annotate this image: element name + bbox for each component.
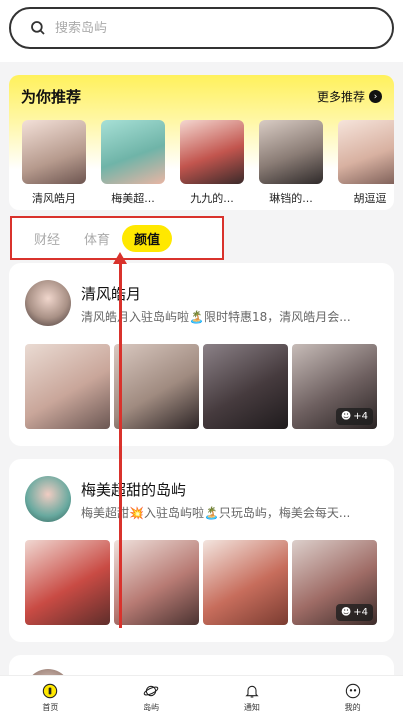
recommend-item[interactable]: 九九的... xyxy=(180,120,244,206)
tabbar-item-home[interactable]: 首页 xyxy=(0,676,101,720)
tabbar-item-island[interactable]: 岛屿 xyxy=(101,676,202,720)
post-image[interactable] xyxy=(25,344,110,429)
recommend-thumbnail xyxy=(101,120,165,184)
recommend-card: 为你推荐 更多推荐 › 清风皓月 梅美超... 九九的... 琳铛的... 胡逗… xyxy=(9,75,394,210)
more-recommend-label: 更多推荐 xyxy=(316,90,365,104)
post-image[interactable] xyxy=(114,540,199,625)
search-box[interactable] xyxy=(9,7,394,49)
bottom-tab-bar: 首页 岛屿 通知 我的 xyxy=(0,675,403,720)
tabbar-label: 首页 xyxy=(42,703,59,712)
recommend-item[interactable]: 梅美超... xyxy=(101,120,165,206)
post-image[interactable] xyxy=(25,540,110,625)
avatar[interactable] xyxy=(25,476,71,522)
recommend-item[interactable]: 清风皓月 xyxy=(22,120,86,206)
more-images-count: +4 xyxy=(353,411,368,422)
chevron-right-icon: › xyxy=(369,90,382,103)
bell-icon xyxy=(245,685,259,698)
recommend-item[interactable]: 琳铛的... xyxy=(259,120,323,206)
post-image[interactable] xyxy=(203,344,288,429)
post-image[interactable] xyxy=(114,344,199,429)
post-card[interactable]: 梅美超甜的岛屿 梅美超甜💥入驻岛屿啦🏝️只玩岛屿，梅美会每天... ☻ +4 xyxy=(9,459,394,642)
more-images-badge: ☻ +4 xyxy=(335,604,373,621)
recommend-thumbnail xyxy=(259,120,323,184)
recommend-thumbnail xyxy=(338,120,394,184)
search-bar xyxy=(0,0,403,62)
recommend-name: 梅美超... xyxy=(111,192,155,205)
annotation-arrow-head xyxy=(113,252,127,264)
post-author: 清风皓月 xyxy=(81,285,142,303)
more-recommend-button[interactable]: 更多推荐 › xyxy=(317,88,382,105)
annotation-arrow-line xyxy=(119,260,122,628)
post-image[interactable] xyxy=(203,540,288,625)
search-icon xyxy=(31,21,45,35)
tab-looks[interactable]: 颜值 xyxy=(122,224,173,252)
recommend-thumbnail xyxy=(180,120,244,184)
tabbar-item-notify[interactable]: 通知 xyxy=(202,676,303,720)
home-icon xyxy=(43,683,58,699)
recommend-thumbnail xyxy=(22,120,86,184)
recommend-title: 为你推荐 xyxy=(21,88,82,106)
recommend-name: 琳铛的... xyxy=(269,192,313,205)
more-images-badge: ☻ +4 xyxy=(335,408,373,425)
recommend-item[interactable]: 胡逗逗 xyxy=(338,120,394,206)
smile-icon: ☻ xyxy=(340,411,352,422)
recommend-name: 九九的... xyxy=(190,192,234,205)
tab-finance[interactable]: 财经 xyxy=(22,225,72,252)
tabbar-item-profile[interactable]: 我的 xyxy=(302,676,403,720)
search-input[interactable] xyxy=(55,20,355,36)
post-author: 梅美超甜的岛屿 xyxy=(81,481,187,499)
smile-icon: ☻ xyxy=(340,607,352,618)
recommend-name: 胡逗逗 xyxy=(353,192,387,205)
post-card[interactable]: 清风皓月 清风皓月入驻岛屿啦🏝️限时特惠18，清风皓月会... ☻ +4 xyxy=(9,263,394,446)
post-text: 梅美超甜💥入驻岛屿啦🏝️只玩岛屿，梅美会每天... xyxy=(81,506,351,520)
recommend-list: 清风皓月 梅美超... 九九的... 琳铛的... 胡逗逗 xyxy=(22,120,394,206)
post-image-grid: ☻ +4 xyxy=(25,540,377,625)
planet-icon xyxy=(143,685,159,697)
more-images-count: +4 xyxy=(353,607,368,618)
post-text: 清风皓月入驻岛屿啦🏝️限时特惠18，清风皓月会... xyxy=(81,310,351,324)
recommend-name: 清风皓月 xyxy=(32,192,76,205)
profile-icon xyxy=(345,683,360,699)
avatar[interactable] xyxy=(25,280,71,326)
post-image[interactable]: ☻ +4 xyxy=(292,540,377,625)
tabbar-label: 我的 xyxy=(344,703,361,712)
post-image-grid: ☻ +4 xyxy=(25,344,377,429)
tab-sports[interactable]: 体育 xyxy=(72,225,122,252)
post-image[interactable]: ☻ +4 xyxy=(292,344,377,429)
tabbar-label: 岛屿 xyxy=(143,703,160,712)
tabbar-label: 通知 xyxy=(243,703,260,712)
